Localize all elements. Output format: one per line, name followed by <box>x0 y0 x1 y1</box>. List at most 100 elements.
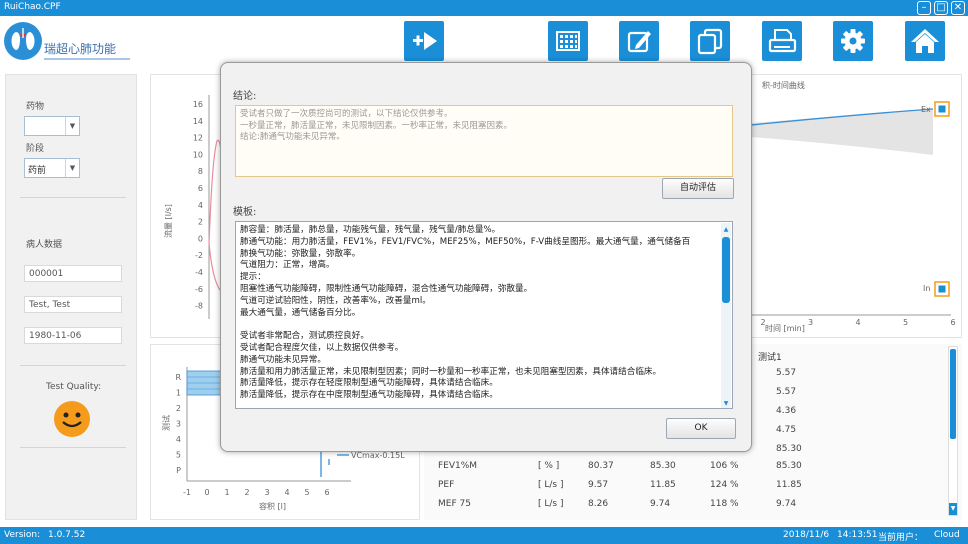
table-cell: 4.36 <box>776 406 797 416</box>
vt-xtick: 6 <box>950 318 955 327</box>
home-button[interactable] <box>905 21 945 61</box>
bar-xticks: -1 0 1 2 3 4 5 6 <box>183 488 330 497</box>
app-name: 瑞超心肺功能 <box>44 42 117 56</box>
chevron-down-icon[interactable]: ▼ <box>65 117 79 135</box>
settings-button[interactable] <box>833 21 873 61</box>
fv-ytick: 16 <box>193 100 203 109</box>
bar-yticks: R 1 2 3 4 5 P <box>175 373 181 475</box>
drug-select[interactable]: ▼ <box>24 116 80 136</box>
patient-id-field[interactable]: 000001 <box>24 265 122 282</box>
version-value: 1.0.7.52 <box>48 530 86 540</box>
vt-xtick: 5 <box>903 318 908 327</box>
close-icon[interactable]: ✕ <box>951 1 965 15</box>
table-cell: 85.30 <box>776 461 802 471</box>
scrollbar-thumb[interactable] <box>722 237 730 303</box>
test-quality-label: Test Quality: <box>46 382 102 392</box>
auto-evaluate-button[interactable]: 自动评估 <box>662 178 734 199</box>
table-cell: [ L/s ] <box>538 480 564 490</box>
table-cell: 8.26 <box>588 499 609 509</box>
fv-yticks: 16 14 12 10 8 6 4 2 0 -2 -4 -6 -8 <box>193 100 203 311</box>
template-item[interactable]: 肺通气功能：用力肺活量，FEV1%，FEV1/FVC%，MEF25%，MEF50… <box>240 237 728 249</box>
template-item[interactable]: 肺活量降低，提示存在轻度限制型通气功能障碍，具体请结合临床。 <box>240 378 728 390</box>
bar-xtick: -1 <box>183 488 191 497</box>
template-item[interactable]: 提示： <box>240 272 728 284</box>
status-time: 14:13:51 <box>837 530 878 540</box>
copy-button[interactable] <box>690 21 730 61</box>
edit-button[interactable] <box>619 21 659 61</box>
table-cell: 80.37 <box>588 461 614 471</box>
table-scrollbar[interactable]: ▼ <box>948 346 958 516</box>
conclusion-label: 结论: <box>233 91 257 102</box>
ok-button[interactable]: OK <box>666 418 736 439</box>
template-item[interactable]: 肺容量：肺活量，肺总量，功能残气量，残气量，残气量/肺总量%。 <box>240 225 728 237</box>
vt-xlabel: 时间 [min] <box>765 323 805 333</box>
conclusion-textarea[interactable]: 受试者只做了一次质控尚可的测试，以下结论仅供参考。 一秒量正常，肺活量正常，未见限… <box>235 105 733 177</box>
table-cell: 85.30 <box>650 461 676 471</box>
table-cell: 5.57 <box>776 368 797 378</box>
table-cell: 118 % <box>710 499 739 509</box>
table-row: PEF [ L/s ] 9.57 11.85 124 % 11.85 <box>428 475 818 495</box>
print-button[interactable] <box>762 21 802 61</box>
template-item[interactable]: 受试者配合程度欠佳，以上数据仅供参考。 <box>240 343 728 355</box>
stage-label: 阶段 <box>26 144 45 154</box>
fv-ytick: -8 <box>195 302 203 311</box>
bar-ytick: 1 <box>176 389 181 398</box>
table-row: MEF 75 [ L/s ] 8.26 9.74 118 % 9.74 <box>428 494 818 514</box>
fv-ytick: -6 <box>195 285 203 294</box>
table-cell: 9.74 <box>776 499 797 509</box>
table-cell: 85.30 <box>776 444 802 454</box>
bar-ytick: 4 <box>176 435 181 444</box>
bar-ytick: 3 <box>176 420 181 429</box>
scroll-down-icon[interactable]: ▼ <box>949 503 957 515</box>
template-item[interactable]: 肺通气功能未见异常。 <box>240 355 728 367</box>
patient-dob-field[interactable]: 1980-11-06 <box>24 327 122 344</box>
minimize-icon[interactable]: – <box>917 1 931 15</box>
divider <box>20 197 126 198</box>
scroll-up-icon[interactable]: ▲ <box>722 224 730 234</box>
template-label: 模板: <box>233 207 257 218</box>
template-scrollbar[interactable]: ▲ ▼ <box>721 223 731 408</box>
vt-xtick: 4 <box>855 318 860 327</box>
vt-ex-label: Ex <box>921 105 931 114</box>
window-title: RuiChao.CPF <box>4 2 61 12</box>
table-cell: 106 % <box>710 461 739 471</box>
table-cell: MEF 75 <box>438 499 471 509</box>
template-item[interactable] <box>240 319 728 331</box>
bar-xtick: 5 <box>304 488 309 497</box>
status-bar: Version: 1.0.7.52 2018/11/6 14:13:51 当前用… <box>0 527 968 544</box>
fv-ytick: 6 <box>198 184 203 193</box>
conclusion-line: 一秒量正常，肺活量正常，未见限制因素。一秒率正常，未见阻塞因素。 <box>240 120 513 131</box>
divider <box>20 447 126 448</box>
table-cell: PEF <box>438 480 455 490</box>
grid-button[interactable] <box>548 21 588 61</box>
fv-ytick: 8 <box>198 167 203 176</box>
bar-xtick: 0 <box>204 488 209 497</box>
patient-data-label: 病人数据 <box>26 240 63 250</box>
template-item[interactable]: 气道可逆试验阳性，阴性，改善率%，改善量ml。 <box>240 296 728 308</box>
edit-icon <box>627 31 651 53</box>
maximize-icon[interactable]: □ <box>934 1 948 15</box>
conclusion-line: 结论:肺通气功能未见异常。 <box>240 132 345 142</box>
table-cell: [ % ] <box>538 461 560 471</box>
template-item[interactable]: 肺换气功能：弥散量，弥散率。 <box>240 249 728 261</box>
table-cell: 9.57 <box>588 480 609 490</box>
template-item[interactable]: 受试者非常配合，测试质控良好。 <box>240 331 728 343</box>
patient-name-field[interactable]: Test, Test <box>24 296 122 313</box>
stage-select[interactable]: 药前 ▼ <box>24 158 80 178</box>
template-list[interactable]: 肺容量：肺活量，肺总量，功能残气量，残气量，残气量/肺总量%。 肺通气功能：用力肺… <box>235 221 733 409</box>
template-item[interactable]: 阻塞性通气功能障碍，限制性通气功能障碍，混合性通气功能障碍，弥散量。 <box>240 284 728 296</box>
gear-icon <box>841 29 865 53</box>
template-item[interactable]: 肺活量降低，提示存在中度限制型通气功能障碍，具体请结合临床。 <box>240 390 728 402</box>
table-cell: FEV1%M <box>438 461 478 471</box>
template-item[interactable]: 气道阻力：正常，增高。 <box>240 260 728 272</box>
vt-in-label: In <box>923 284 930 293</box>
table-cell: 11.85 <box>776 480 802 490</box>
template-item[interactable]: 肺活量和用力肺活量正常，未见限制型因素；同时一秒量和一秒率正常，也未见阻塞型因素… <box>240 367 728 379</box>
table-row: FEV1%M [ % ] 80.37 85.30 106 % 85.30 <box>428 456 818 476</box>
new-test-button[interactable] <box>404 21 444 61</box>
bar-xtick: 6 <box>324 488 329 497</box>
template-item[interactable]: 最大通气量，通气储备百分比。 <box>240 308 728 320</box>
scroll-down-icon[interactable]: ▼ <box>722 398 730 408</box>
copy-icon <box>697 28 723 55</box>
chevron-down-icon[interactable]: ▼ <box>65 159 79 177</box>
